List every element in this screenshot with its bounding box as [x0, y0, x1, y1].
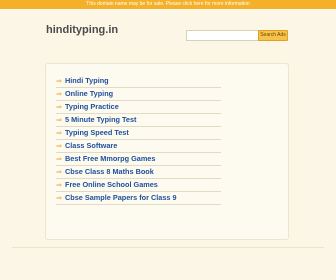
list-item[interactable]: ⇒ Typing Practice	[56, 101, 221, 114]
link-5-minute-typing-test[interactable]: 5 Minute Typing Test	[65, 115, 136, 124]
list-item[interactable]: ⇒ Cbse Class 8 Maths Book	[56, 166, 221, 179]
right-arrow-icon: ⇒	[56, 91, 62, 98]
link-class-software[interactable]: Class Software	[65, 141, 117, 150]
domain-sale-banner[interactable]: This domain name may be for sale. Please…	[0, 0, 336, 9]
link-typing-practice[interactable]: Typing Practice	[65, 102, 119, 111]
search-input[interactable]	[186, 30, 260, 41]
right-arrow-icon: ⇒	[56, 156, 62, 163]
right-arrow-icon: ⇒	[56, 195, 62, 202]
list-item[interactable]: ⇒ Class Software	[56, 140, 221, 153]
list-item[interactable]: ⇒ Hindi Typing	[56, 75, 221, 88]
right-arrow-icon: ⇒	[56, 130, 62, 137]
related-links-list: ⇒ Hindi Typing ⇒ Online Typing ⇒ Typing Pra…	[56, 75, 221, 205]
right-arrow-icon: ⇒	[56, 143, 62, 150]
link-cbse-class-8-maths-book[interactable]: Cbse Class 8 Maths Book	[65, 167, 154, 176]
related-links-panel: ⇒ Hindi Typing ⇒ Online Typing ⇒ Typing Pra…	[45, 63, 289, 240]
list-item[interactable]: ⇒ Typing Speed Test	[56, 127, 221, 140]
link-typing-speed-test[interactable]: Typing Speed Test	[65, 128, 129, 137]
site-title: hindityping.in	[46, 24, 119, 36]
right-arrow-icon: ⇒	[56, 78, 62, 85]
right-arrow-icon: ⇒	[56, 104, 62, 111]
list-item[interactable]: ⇒ Cbse Sample Papers for Class 9	[56, 192, 221, 205]
footer-divider	[12, 247, 324, 248]
list-item[interactable]: ⇒ Best Free Mmorpg Games	[56, 153, 221, 166]
list-item[interactable]: ⇒ Online Typing	[56, 88, 221, 101]
list-item[interactable]: ⇒ Free Online School Games	[56, 179, 221, 192]
link-cbse-sample-papers-class-9[interactable]: Cbse Sample Papers for Class 9	[65, 193, 177, 202]
link-free-online-school-games[interactable]: Free Online School Games	[65, 180, 158, 189]
search-ads-button[interactable]: Search Ads	[258, 30, 288, 41]
right-arrow-icon: ⇒	[56, 182, 62, 189]
right-arrow-icon: ⇒	[56, 169, 62, 176]
link-best-free-mmorpg-games[interactable]: Best Free Mmorpg Games	[65, 154, 155, 163]
right-arrow-icon: ⇒	[56, 117, 62, 124]
link-hindi-typing[interactable]: Hindi Typing	[65, 76, 109, 85]
domain-sale-banner-text[interactable]: This domain name may be for sale. Please…	[86, 1, 249, 7]
list-item[interactable]: ⇒ 5 Minute Typing Test	[56, 114, 221, 127]
link-online-typing[interactable]: Online Typing	[65, 89, 113, 98]
